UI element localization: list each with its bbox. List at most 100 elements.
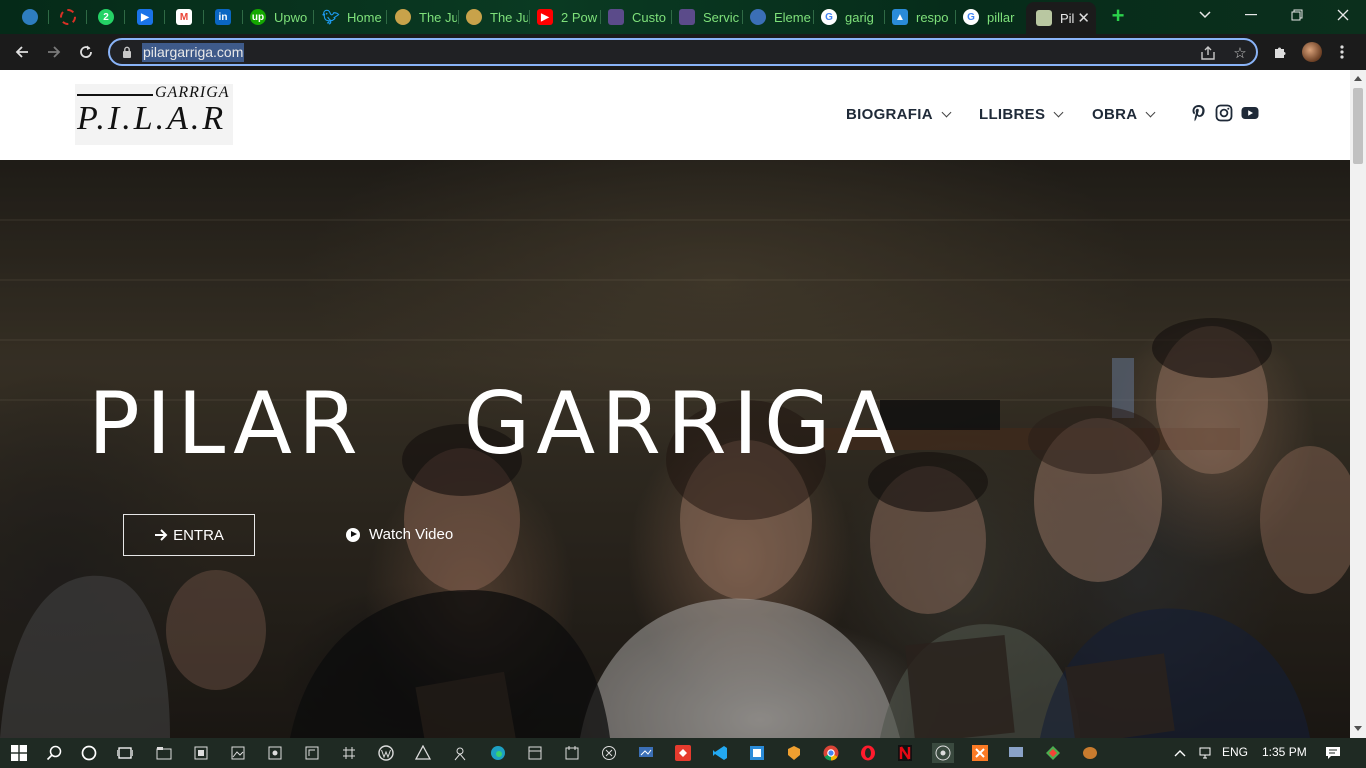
app-icon[interactable] bbox=[191, 743, 211, 763]
new-tab-button[interactable]: + bbox=[1107, 5, 1129, 28]
file-explorer-icon[interactable] bbox=[154, 743, 174, 763]
reload-button[interactable] bbox=[74, 40, 98, 64]
app-icon[interactable] bbox=[1043, 743, 1063, 763]
chrome-icon[interactable] bbox=[821, 743, 841, 763]
browser-tab[interactable]: M bbox=[166, 4, 202, 30]
close-tab-icon[interactable]: ✕ bbox=[1077, 9, 1090, 27]
nav-item-biografia[interactable]: BIOGRAFIA bbox=[846, 106, 952, 123]
browser-tab[interactable] bbox=[50, 4, 86, 30]
entra-button[interactable]: ENTRA bbox=[123, 514, 255, 556]
browser-tab[interactable]: in bbox=[205, 4, 241, 30]
tab-favicon-icon bbox=[395, 9, 411, 25]
url-text[interactable]: pilargarriga.com bbox=[142, 43, 245, 62]
search-button[interactable] bbox=[44, 743, 64, 763]
browser-tab[interactable]: ▶ 2 Pow bbox=[527, 4, 599, 30]
close-window-button[interactable] bbox=[1320, 0, 1366, 30]
edge-browser-icon[interactable] bbox=[488, 743, 508, 763]
nav-item-label: BIOGRAFIA bbox=[846, 106, 933, 123]
instagram-icon[interactable] bbox=[1215, 104, 1233, 122]
bookmark-star-icon[interactable]: ☆ bbox=[1230, 43, 1250, 63]
tab-favicon-icon: ▲ bbox=[892, 9, 908, 25]
site-logo[interactable]: GARRIGA P.I.L.A.R bbox=[75, 84, 233, 145]
task-view-button[interactable] bbox=[115, 743, 135, 763]
browser-tab[interactable]: Eleme bbox=[740, 4, 812, 30]
app-icon[interactable] bbox=[450, 743, 470, 763]
app-icon[interactable] bbox=[525, 743, 545, 763]
logo-rule bbox=[77, 94, 153, 96]
browser-tab[interactable]: Servic bbox=[669, 4, 741, 30]
share-icon[interactable] bbox=[1198, 43, 1218, 63]
opera-icon[interactable] bbox=[858, 743, 878, 763]
google-icon: G bbox=[963, 9, 979, 25]
browser-tab[interactable]: 2 bbox=[88, 4, 124, 30]
vscode-icon[interactable] bbox=[710, 743, 730, 763]
app-icon[interactable] bbox=[265, 743, 285, 763]
language-indicator[interactable]: ENG bbox=[1222, 745, 1248, 759]
network-icon[interactable] bbox=[1195, 743, 1215, 763]
watch-video-button[interactable]: Watch Video bbox=[346, 526, 453, 543]
scroll-up-arrow-icon[interactable] bbox=[1354, 76, 1362, 81]
app-icon[interactable] bbox=[1080, 743, 1100, 763]
tab-title: Upwo bbox=[274, 9, 308, 25]
tab-separator bbox=[48, 10, 49, 24]
restore-button[interactable] bbox=[1274, 0, 1320, 30]
tab-title: The Ju bbox=[419, 9, 457, 25]
notifications-button[interactable] bbox=[1323, 743, 1343, 763]
browser-tab[interactable] bbox=[12, 4, 48, 30]
tab-title: respo bbox=[916, 9, 949, 25]
photos-icon[interactable] bbox=[228, 743, 248, 763]
wordpress-icon[interactable] bbox=[376, 743, 396, 763]
youtube-icon: ▶ bbox=[537, 9, 553, 25]
app-icon[interactable] bbox=[1006, 743, 1026, 763]
app-icon[interactable] bbox=[599, 743, 619, 763]
youtube-icon[interactable] bbox=[1241, 104, 1259, 122]
entra-label: ENTRA bbox=[173, 526, 224, 544]
app-icon[interactable] bbox=[636, 743, 656, 763]
gmail-icon: M bbox=[176, 9, 192, 25]
back-button[interactable] bbox=[10, 40, 34, 64]
browser-tab[interactable]: The Ju bbox=[456, 4, 528, 30]
browser-tab[interactable]: 🐦︎ Home bbox=[313, 4, 385, 30]
tab-separator bbox=[124, 10, 125, 24]
browser-tab[interactable]: ▶ bbox=[127, 4, 163, 30]
minimize-button[interactable] bbox=[1228, 0, 1274, 30]
reload-icon bbox=[80, 45, 92, 58]
app-icon[interactable] bbox=[339, 743, 359, 763]
app-icon[interactable] bbox=[413, 743, 433, 763]
cortana-button[interactable] bbox=[79, 743, 99, 763]
lock-icon[interactable] bbox=[122, 46, 132, 58]
tab-search-button[interactable] bbox=[1182, 0, 1228, 30]
site-header: GARRIGA P.I.L.A.R BIOGRAFIA LLIBRES OBRA bbox=[0, 70, 1350, 160]
netflix-icon[interactable] bbox=[895, 743, 915, 763]
forward-button[interactable] bbox=[42, 40, 66, 64]
nav-item-llibres[interactable]: LLIBRES bbox=[979, 106, 1064, 123]
clock[interactable]: 1:35 PM bbox=[1262, 745, 1307, 759]
browser-tab[interactable]: G garig bbox=[811, 4, 883, 30]
app-icon[interactable] bbox=[302, 743, 322, 763]
app-icon[interactable] bbox=[673, 743, 693, 763]
scrollbar-thumb[interactable] bbox=[1353, 88, 1363, 164]
page-scrollbar[interactable] bbox=[1350, 70, 1366, 738]
pinterest-icon[interactable] bbox=[1190, 104, 1208, 122]
browser-tab[interactable]: up Upwo bbox=[240, 4, 312, 30]
browser-menu-button[interactable] bbox=[1330, 40, 1354, 64]
tab-separator bbox=[164, 10, 165, 24]
chrome-active-icon[interactable] bbox=[932, 743, 954, 763]
browser-tab[interactable]: Custo bbox=[598, 4, 670, 30]
nav-item-obra[interactable]: OBRA bbox=[1092, 106, 1156, 123]
scroll-down-arrow-icon[interactable] bbox=[1354, 726, 1362, 731]
app-icon[interactable] bbox=[747, 743, 767, 763]
address-bar[interactable]: pilargarriga.com ☆ bbox=[108, 38, 1258, 66]
calendar-icon[interactable] bbox=[562, 743, 582, 763]
windows-start-button[interactable] bbox=[9, 743, 29, 763]
browser-tab[interactable]: The Ju bbox=[385, 4, 457, 30]
app-icon[interactable] bbox=[784, 743, 804, 763]
extensions-button[interactable] bbox=[1268, 40, 1292, 64]
browser-tab-active[interactable]: Pil ✕ bbox=[1026, 2, 1096, 34]
close-icon bbox=[1337, 9, 1349, 21]
profile-avatar[interactable] bbox=[1302, 42, 1322, 62]
browser-tab[interactable]: G pillar bbox=[953, 4, 1025, 30]
browser-tab[interactable]: ▲ respo bbox=[882, 4, 954, 30]
xampp-icon[interactable] bbox=[970, 743, 990, 763]
show-hidden-icons-button[interactable] bbox=[1170, 743, 1190, 763]
